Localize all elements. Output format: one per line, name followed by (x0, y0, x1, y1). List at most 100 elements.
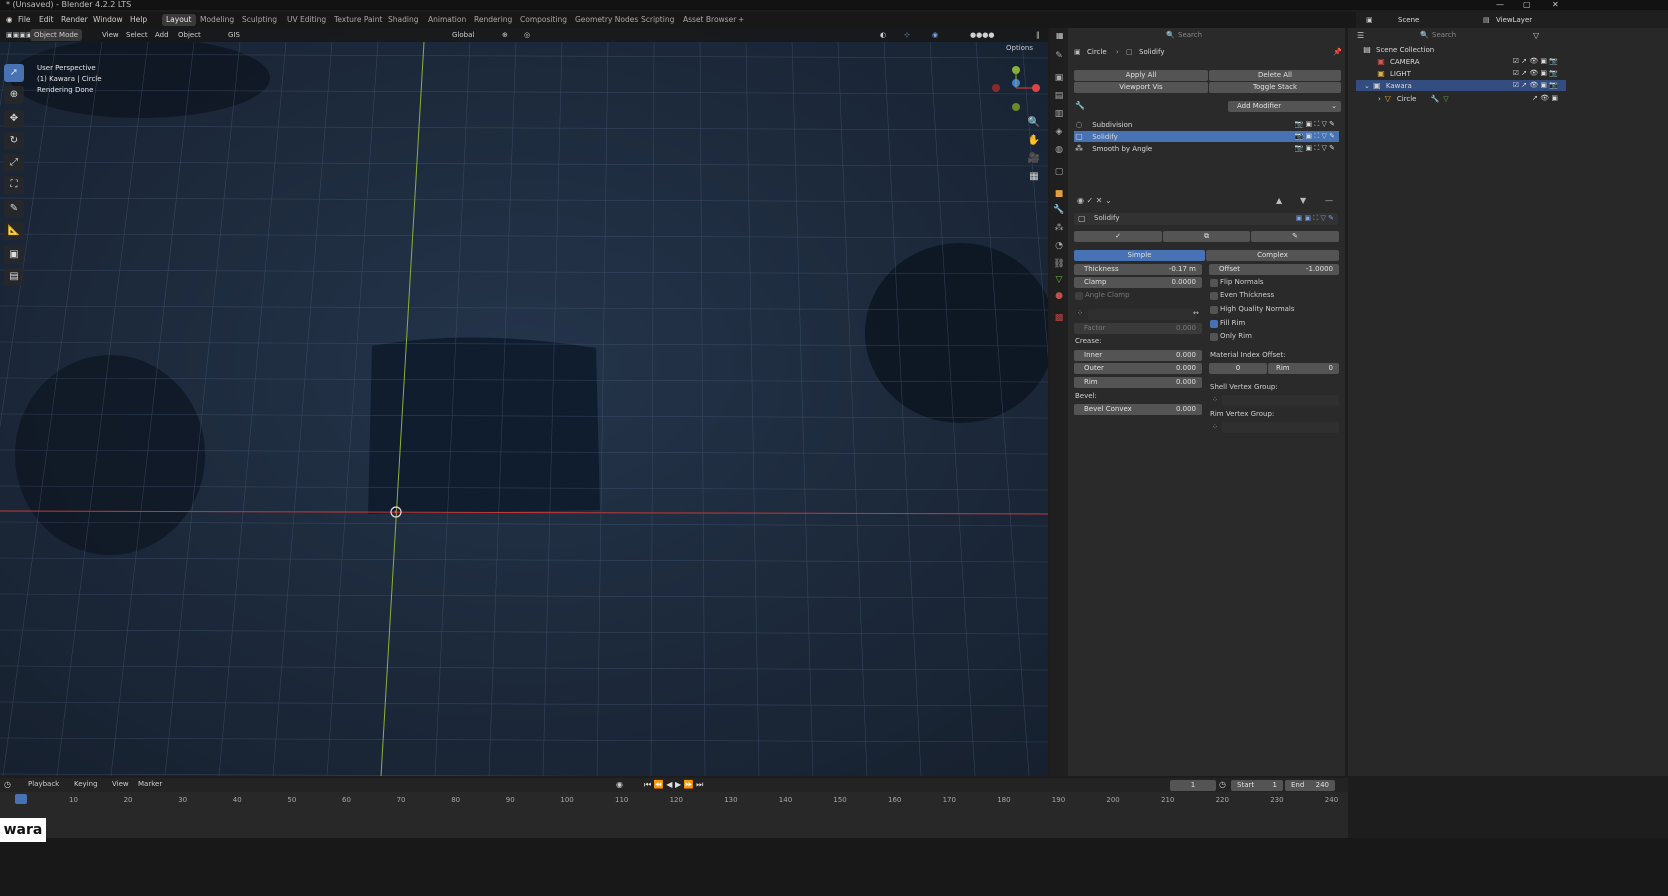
crease-rim-field[interactable]: Rim 0.000 (1074, 377, 1202, 388)
constraints-tab-icon[interactable]: ⛓ (1053, 258, 1065, 270)
tab-compositing[interactable]: Compositing (516, 14, 571, 26)
outliner-scene-collection[interactable]: ▤ Scene Collection (1356, 44, 1566, 55)
outliner-item-light[interactable]: ▣ LIGHT ☑ ➚ 👁 ▣ 📷 (1356, 68, 1566, 79)
blender-logo-icon[interactable]: ◉ (3, 14, 16, 26)
camera-view-icon[interactable]: 🎥 (1027, 152, 1041, 166)
add-modifier-dropdown[interactable]: Add Modifier ⌄ (1228, 101, 1341, 112)
crease-inner-field[interactable]: Inner 0.000 (1074, 350, 1202, 361)
viewlayer-name[interactable]: ViewLayer (1496, 14, 1532, 26)
menu-window[interactable]: Window (90, 14, 126, 26)
remove-icon[interactable]: — (1325, 196, 1333, 205)
overlay-toggle-icon[interactable]: ◉ (928, 29, 942, 41)
modifier-tab-icon[interactable]: 🔧 (1053, 204, 1065, 216)
timeline-menu-playback[interactable]: Playback (28, 780, 59, 788)
pin-modifier-button[interactable]: ✎ (1251, 231, 1339, 242)
tab-asset-browser[interactable]: Asset Browser (679, 14, 740, 26)
tab-layout[interactable]: Layout (162, 14, 196, 26)
viewlayer-icon[interactable]: ▤ (1483, 14, 1490, 26)
viewport-menu-object[interactable]: Object (174, 29, 205, 41)
physics-tab-icon[interactable]: ◔ (1053, 240, 1065, 252)
transform-orientation[interactable]: Global (448, 29, 478, 41)
maximize-icon[interactable]: ▢ (1523, 0, 1531, 10)
tab-animation[interactable]: Animation (424, 14, 470, 26)
measure-tool-icon[interactable]: 📐 (4, 222, 24, 240)
add-workspace-icon[interactable]: + (734, 14, 748, 26)
move-up-icon[interactable]: ▲ (1276, 196, 1282, 205)
mode-simple-tab[interactable]: Simple (1074, 250, 1205, 261)
particles-tab-icon[interactable]: ⁂ (1053, 222, 1065, 234)
bevel-convex-field[interactable]: Bevel Convex 0.000 (1074, 404, 1202, 415)
outliner-item-circle[interactable]: › ▽ Circle 🔧 ▽ ➚ 👁 ▣ (1356, 93, 1566, 104)
angle-clamp-checkbox[interactable] (1075, 292, 1083, 300)
move-down-icon[interactable]: ▼ (1300, 196, 1306, 205)
end-frame-field[interactable]: End 240 (1285, 780, 1335, 791)
minimize-icon[interactable]: — (1496, 0, 1504, 10)
thickness-field[interactable]: Thickness -0.17 m (1074, 264, 1202, 275)
clamp-field[interactable]: Clamp 0.0000 (1074, 277, 1202, 288)
apply-all-button[interactable]: Apply All (1074, 70, 1208, 81)
annotate-tool-icon[interactable]: ✎ (4, 200, 24, 218)
factor-field[interactable]: Factor 0.000 (1074, 323, 1202, 334)
tab-geometry-nodes[interactable]: Geometry Nodes (571, 14, 642, 26)
select-tool-icon[interactable]: ➚ (4, 64, 24, 82)
proportional-edit-icon[interactable]: ◎ (520, 29, 534, 41)
pan-hand-icon[interactable]: ✋ (1027, 134, 1041, 148)
snap-icon[interactable]: ⊕ (498, 29, 512, 41)
viewport-menu-view[interactable]: View (98, 29, 123, 41)
visibility-icon[interactable]: ◐ (876, 29, 890, 41)
timeline-editor-icon[interactable]: ◷ (4, 780, 11, 789)
rotate-tool-icon[interactable]: ↻ (4, 132, 24, 150)
visibility-toggles[interactable]: ➚ 👁 ▣ (1532, 93, 1558, 104)
modifier-visibility-icons[interactable]: 📷 ▣ ⛶ ▽ ✎ (1295, 143, 1335, 154)
only-rim-checkbox[interactable] (1210, 333, 1218, 341)
fill-rim-checkbox[interactable] (1210, 320, 1218, 328)
material-tab-icon[interactable]: ● (1053, 290, 1065, 302)
pause-icon[interactable]: ‖ (1032, 29, 1044, 41)
high-quality-normals-checkbox[interactable] (1210, 306, 1218, 314)
scene-icon[interactable]: ▣ (1366, 14, 1373, 26)
tab-texture-paint[interactable]: Texture Paint (330, 14, 386, 26)
invert-vertex-group-icon[interactable]: ↔ (1193, 309, 1199, 317)
add-mesh-tool-icon[interactable]: ▤ (4, 268, 24, 286)
move-tool-icon[interactable]: ✥ (4, 110, 24, 128)
rim-vertex-group-field[interactable] (1222, 422, 1339, 433)
material-offset-field[interactable]: 0 (1209, 363, 1267, 374)
outliner-item-kawara[interactable]: ⌄ ▣ Kawara ☑ ➚ 👁 ▣ 📷 (1356, 80, 1566, 91)
timeline-menu-view[interactable]: View (112, 780, 129, 788)
perspective-grid-icon[interactable]: ▦ (1027, 170, 1041, 184)
tab-shading[interactable]: Shading (384, 14, 422, 26)
filter-icon[interactable]: ▽ (1533, 31, 1539, 40)
modifier-row-smooth-by-angle[interactable]: ⁂ Smooth by Angle 📷 ▣ ⛶ ▽ ✎ (1074, 143, 1339, 154)
delete-all-button[interactable]: Delete All (1209, 70, 1341, 81)
view-layer-tab-icon[interactable]: ▥ (1053, 108, 1065, 120)
tab-uv-editing[interactable]: UV Editing (283, 14, 330, 26)
material-offset-rim-field[interactable]: Rim 0 (1268, 363, 1339, 374)
3d-viewport[interactable]: ▣▣▣▣ Object Mode View Select Add Object … (0, 28, 1048, 776)
viewport-vis-button[interactable]: Viewport Vis (1074, 82, 1208, 93)
menu-file[interactable]: File (15, 14, 34, 26)
modifier-visibility-icons[interactable]: 📷 ▣ ⛶ ▽ ✎ (1295, 131, 1335, 142)
menu-edit[interactable]: Edit (36, 14, 57, 26)
crease-outer-field[interactable]: Outer 0.000 (1074, 363, 1202, 374)
toggle-stack-button[interactable]: Toggle Stack (1209, 82, 1341, 93)
world-tab-icon[interactable]: ◍ (1053, 144, 1065, 156)
scene-name[interactable]: Scene (1398, 14, 1419, 26)
modifier-row-subdivision[interactable]: ◌ Subdivision 📷 ▣ ⛶ ▽ ✎ (1074, 119, 1339, 130)
auto-keying-icon[interactable]: ◉ (616, 780, 623, 789)
start-frame-field[interactable]: Start 1 (1231, 780, 1283, 791)
visibility-toggles[interactable]: ☑ ➚ 👁 ▣ 📷 (1513, 80, 1558, 91)
zoom-icon[interactable]: 🔍 (1027, 116, 1041, 130)
pin-icon[interactable]: 📌 (1333, 48, 1342, 56)
transform-tool-icon[interactable]: ⛶ (4, 176, 24, 194)
solidify-panel-toggles[interactable]: ▣ ▣ ⛶ ▽ ✎ (1296, 214, 1334, 223)
chevron-right-icon[interactable]: › (1378, 95, 1381, 103)
modifier-row-solidify[interactable]: ▢ Solidify 📷 ▣ ⛶ ▽ ✎ (1074, 131, 1339, 142)
object-tab-icon[interactable]: ■ (1053, 188, 1065, 200)
duplicate-modifier-button[interactable]: ⧉ (1163, 231, 1250, 242)
shell-vertex-group-field[interactable] (1222, 395, 1339, 406)
modifier-wrench-icon[interactable]: 🔧 (1430, 95, 1439, 103)
texture-tab-icon[interactable]: ▩ (1053, 312, 1065, 324)
apply-modifier-button[interactable]: ✓ (1074, 231, 1162, 242)
chevron-down-icon[interactable]: ⌄ (1364, 82, 1370, 90)
options-button[interactable]: Options (1006, 44, 1033, 52)
